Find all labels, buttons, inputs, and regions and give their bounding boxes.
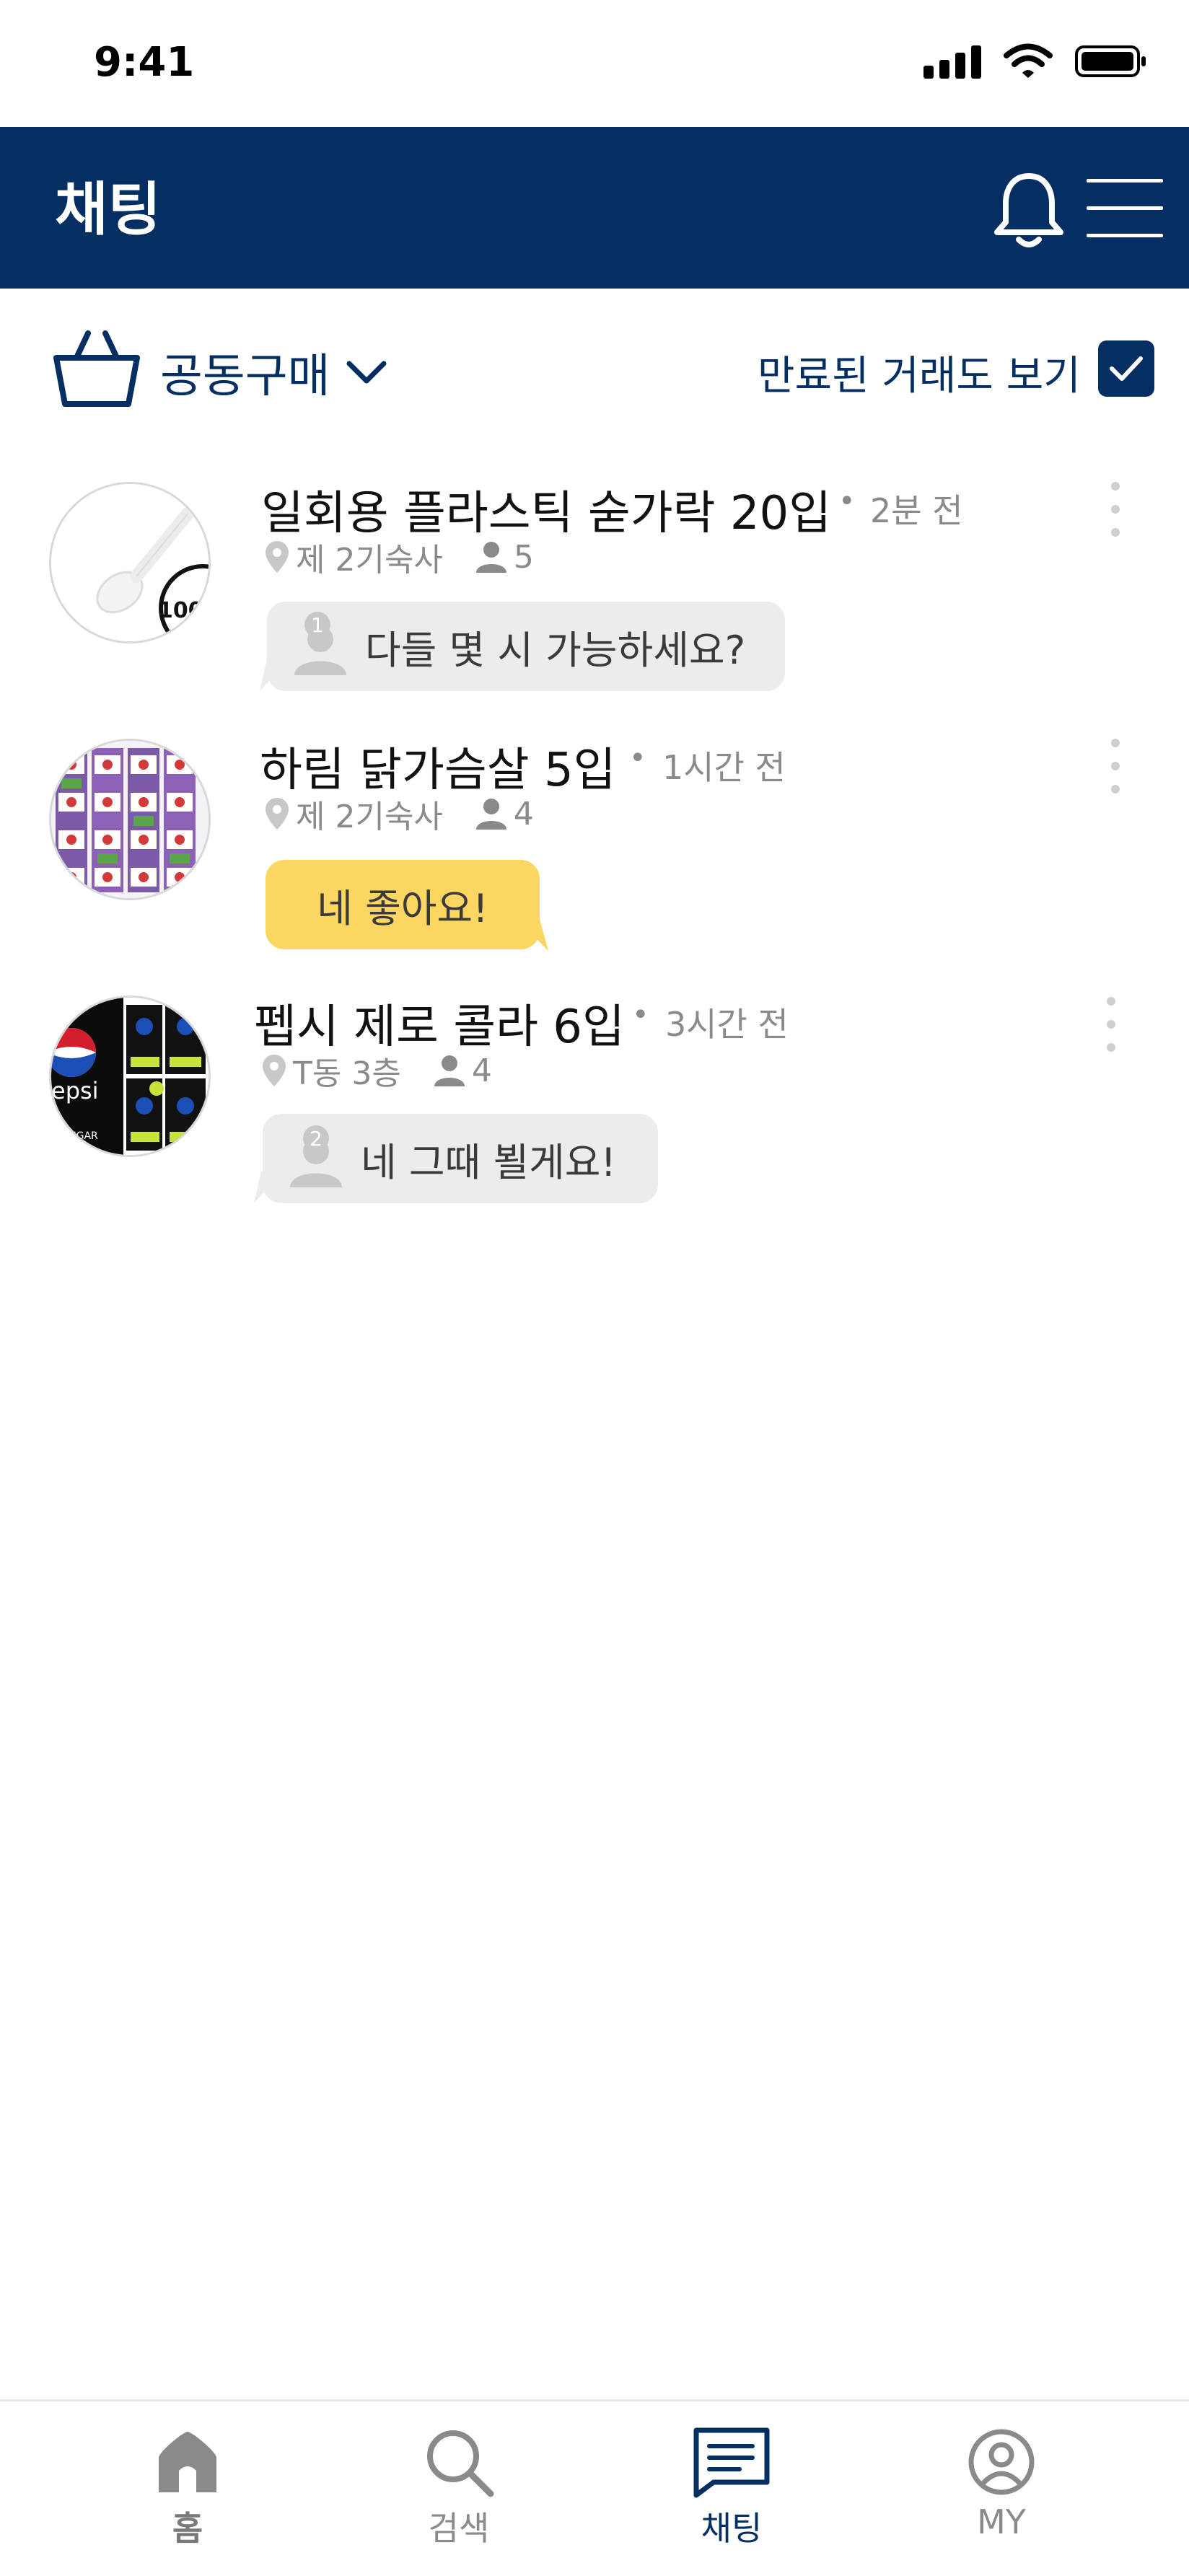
svg-text:100: 100	[158, 598, 203, 623]
chat-icon	[693, 2427, 770, 2498]
separator-dot: •	[838, 485, 856, 518]
home-icon	[159, 2432, 216, 2492]
svg-text:epsi: epsi	[51, 1077, 99, 1104]
sender-badge: 1	[304, 612, 330, 638]
search-icon	[427, 2430, 494, 2497]
wifi-icon	[1004, 43, 1053, 78]
chat-location: T동 3층	[293, 1055, 401, 1092]
last-message-bubble: 네 좋아요!	[266, 860, 540, 949]
chat-time: 1시간 전	[662, 748, 786, 787]
signal-icon	[923, 45, 981, 79]
person-icon	[434, 1055, 465, 1086]
last-message-text: 네 좋아요!	[317, 885, 488, 931]
last-message-text: 네 그때 뵐게요!	[361, 1139, 617, 1185]
chat-title: 펩시 제로 콜라 6입	[254, 1001, 625, 1054]
chevron-down-icon	[346, 361, 387, 384]
product-thumbnail-pepsi: epsi O SUGAR	[49, 995, 211, 1157]
chat-title: 일회용 플라스틱 숟가락 20입	[261, 487, 832, 540]
chat-location: 제 2기숙사	[296, 542, 443, 579]
sender-avatar-icon: 1	[291, 612, 349, 675]
show-expired-label: 만료된 거래도 보기	[758, 353, 1081, 400]
bell-icon[interactable]	[991, 170, 1066, 250]
nav-home[interactable]: 홈	[130, 2426, 245, 2550]
chat-time: 3시간 전	[665, 1005, 789, 1044]
nav-home-label: 홈	[172, 2509, 203, 2548]
battery-icon	[1075, 45, 1146, 77]
person-icon	[475, 542, 506, 573]
chat-title: 하림 닭가슴살 5입	[260, 744, 616, 797]
chat-meta: 제 2기숙사 5	[264, 534, 534, 580]
more-vertical-icon[interactable]	[1107, 734, 1124, 799]
location-pin-icon	[263, 1055, 286, 1086]
nav-chat-label: 채팅	[701, 2509, 763, 2548]
show-expired-checkbox[interactable]	[1098, 340, 1154, 397]
page-title: 채팅	[55, 176, 162, 243]
nav-my-label: MY	[977, 2502, 1026, 2541]
svg-text:O SUGAR: O SUGAR	[51, 1130, 98, 1142]
last-message-bubble: 2 네 그때 뵐게요!	[263, 1114, 658, 1203]
chat-time: 2분 전	[870, 491, 963, 530]
chat-location: 제 2기숙사	[296, 799, 443, 835]
chat-member-count: 4	[513, 795, 534, 832]
sender-badge: 2	[303, 1125, 329, 1151]
nav-chat[interactable]: 채팅	[674, 2426, 789, 2550]
status-time: 9:41	[94, 39, 195, 86]
nav-search-label: 검색	[428, 2509, 490, 2548]
chat-meta: T동 3층 4	[261, 1047, 492, 1094]
more-vertical-icon[interactable]	[1107, 478, 1124, 542]
bubble-tail	[517, 919, 548, 951]
status-icons	[923, 43, 1147, 79]
nav-my[interactable]: MY	[944, 2426, 1059, 2541]
chat-meta: 제 2기숙사 4	[264, 791, 534, 837]
location-pin-icon	[266, 798, 289, 830]
sender-avatar-icon: 2	[287, 1125, 345, 1187]
chat-list-item[interactable]: epsi O SUGAR 펩시 제로 콜라 6입 • 3시간 전 T동 3층 4…	[0, 995, 1189, 1234]
chat-list-item[interactable]: 100 일회용 플라스틱 숟가락 20입 • 2분 전 제 2기숙사 5 1 다…	[0, 482, 1189, 720]
person-icon	[475, 799, 506, 830]
category-dropdown[interactable]: 공동구매	[160, 339, 387, 405]
bubble-tail	[260, 659, 289, 691]
app-header: 채팅	[0, 127, 1189, 289]
bubble-tail	[254, 1171, 283, 1203]
chat-member-count: 4	[471, 1052, 492, 1089]
check-icon	[1110, 356, 1143, 381]
bottom-navigation: 홈 검색 채팅 MY	[0, 2399, 1189, 2576]
separator-dot: •	[632, 998, 649, 1032]
product-thumbnail-chicken	[49, 739, 211, 900]
nav-search[interactable]: 검색	[401, 2426, 517, 2550]
last-message-text: 다들 몇 시 가능하세요?	[365, 627, 746, 673]
category-label: 공동구매	[160, 350, 330, 403]
chat-list-item[interactable]: 하림 닭가슴살 5입 • 1시간 전 제 2기숙사 4 네 좋아요!	[0, 739, 1189, 977]
separator-dot: •	[629, 742, 646, 775]
hamburger-menu-icon[interactable]	[1087, 176, 1163, 241]
chat-member-count: 5	[513, 538, 534, 576]
basket-icon	[53, 330, 140, 407]
profile-icon	[968, 2429, 1035, 2495]
more-vertical-icon[interactable]	[1102, 993, 1120, 1058]
product-thumbnail-spoon: 100	[49, 482, 211, 643]
location-pin-icon	[266, 541, 289, 573]
last-message-bubble: 1 다들 몇 시 가능하세요?	[267, 602, 785, 691]
